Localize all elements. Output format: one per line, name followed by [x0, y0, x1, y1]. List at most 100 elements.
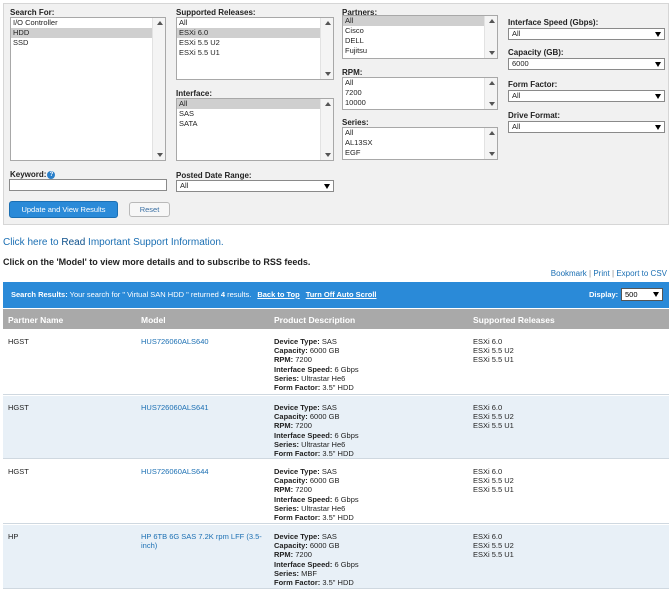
rpm-scrollbar[interactable] [484, 78, 497, 109]
results-bar: Search Results: Your search for " Virtua… [3, 282, 669, 308]
interface-speed-select[interactable]: All [508, 28, 665, 40]
back-to-top-link[interactable]: Back to Top [257, 290, 299, 299]
reset-button[interactable]: Reset [129, 202, 170, 217]
update-and-view-results-button[interactable]: Update and View Results [9, 201, 118, 218]
partners-options: All Cisco DELL Fujitsu [343, 16, 484, 56]
listbox-option[interactable]: 7200 [343, 88, 484, 98]
chevron-down-icon [655, 32, 661, 37]
listbox-option[interactable]: ESXi 5.5 U1 [177, 48, 320, 58]
model-link[interactable]: HUS726060ALS641 [141, 403, 269, 412]
scroll-up-icon[interactable] [325, 102, 331, 106]
listbox-option[interactable]: SATA [177, 119, 320, 129]
scroll-down-icon[interactable] [325, 72, 331, 76]
keyword-input[interactable] [9, 179, 167, 191]
listbox-option[interactable]: DELL [343, 36, 484, 46]
read-link[interactable]: Read [61, 237, 85, 248]
supported-releases-scrollbar[interactable] [320, 18, 333, 79]
release-item: ESXi 6.0 [473, 467, 503, 476]
table-row: HGST HUS726060ALS640 Device Type: SAS Capac… [3, 330, 669, 395]
scroll-down-icon[interactable] [489, 152, 495, 156]
partner-cell: HGST [8, 403, 29, 412]
release-item: ESXi 6.0 [473, 337, 503, 346]
scroll-up-icon[interactable] [489, 81, 495, 85]
interface-listbox[interactable]: All SAS SATA [176, 98, 334, 161]
model-link[interactable]: HUS726060ALS640 [141, 337, 269, 346]
display-count-select[interactable]: 500 [621, 288, 663, 301]
scroll-up-icon[interactable] [325, 21, 331, 25]
turn-off-auto-scroll-link[interactable]: Turn Off Auto Scroll [306, 290, 377, 299]
listbox-option[interactable]: ESXi 5.5 U2 [177, 38, 320, 48]
scroll-down-icon[interactable] [157, 153, 163, 157]
bookmark-link[interactable]: Bookmark [551, 269, 587, 278]
support-notice-suffix[interactable]: Important Support Information. [85, 237, 224, 248]
description-line: Interface Speed: 6 Gbps [274, 365, 359, 374]
listbox-option[interactable]: HDD [11, 28, 152, 38]
scroll-up-icon[interactable] [489, 131, 495, 135]
search-for-label: Search For: [10, 8, 55, 17]
series-scrollbar[interactable] [484, 128, 497, 159]
listbox-option[interactable]: Fujitsu [343, 46, 484, 56]
export-csv-link[interactable]: Export to CSV [616, 269, 667, 278]
listbox-option[interactable]: All [343, 128, 484, 138]
column-header-releases[interactable]: Supported Releases [473, 315, 555, 325]
interface-label: Interface: [176, 89, 213, 98]
description-line: Interface Speed: 6 Gbps [274, 495, 359, 504]
product-description-cell: Device Type: SAS Capacity: 6000 GB RPM: 72… [274, 403, 359, 458]
scroll-up-icon[interactable] [157, 21, 163, 25]
interface-scrollbar[interactable] [320, 99, 333, 160]
release-item: ESXi 5.5 U2 [473, 476, 514, 486]
search-for-scrollbar[interactable] [152, 18, 165, 160]
column-header-model[interactable]: Model [141, 315, 166, 325]
description-value: Ultrastar He6 [301, 439, 346, 449]
release-item: ESXi 5.5 U2 [473, 412, 514, 422]
column-header-partner[interactable]: Partner Name [8, 315, 63, 325]
capacity-label: Capacity (GB): [508, 48, 564, 57]
description-key: RPM: [274, 421, 294, 431]
description-line: Series: Ultrastar He6 [274, 504, 359, 513]
listbox-option[interactable]: EGF [343, 148, 484, 158]
listbox-option[interactable]: I/O Controller [11, 18, 152, 28]
listbox-option[interactable]: ESXi 6.0 [177, 28, 320, 38]
chevron-down-icon [655, 125, 661, 130]
listbox-option[interactable]: Cisco [343, 26, 484, 36]
rpm-listbox[interactable]: All 7200 10000 [342, 77, 498, 110]
listbox-option[interactable]: SSD [11, 38, 152, 48]
scroll-down-icon[interactable] [325, 153, 331, 157]
listbox-option[interactable]: All [177, 99, 320, 109]
support-notice-prefix[interactable]: Click here to [3, 237, 61, 248]
product-description-cell: Device Type: SAS Capacity: 6000 GB RPM: 72… [274, 532, 359, 587]
listbox-option[interactable]: All [177, 18, 320, 28]
listbox-option[interactable]: AL13SX [343, 138, 484, 148]
scroll-up-icon[interactable] [489, 19, 495, 23]
model-link[interactable]: HP 6TB 6G SAS 7.2K rpm LFF (3.5-inch) [141, 532, 269, 550]
partners-scrollbar[interactable] [484, 16, 497, 58]
release-item: ESXi 6.0 [473, 532, 503, 541]
scroll-down-icon[interactable] [489, 102, 495, 106]
help-icon[interactable]: ? [47, 170, 56, 179]
description-key: Device Type: [274, 532, 320, 541]
posted-date-range-select[interactable]: All [176, 180, 334, 192]
form-factor-value: All [512, 91, 521, 100]
model-link[interactable]: HUS726060ALS644 [141, 467, 269, 476]
description-value: 6 Gbps [334, 364, 359, 374]
listbox-option[interactable]: All [343, 78, 484, 88]
scroll-down-icon[interactable] [489, 51, 495, 55]
partners-listbox[interactable]: All Cisco DELL Fujitsu [342, 15, 498, 59]
print-link[interactable]: Print [593, 269, 609, 278]
search-for-listbox[interactable]: I/O Controller HDD SSD [10, 17, 166, 161]
search-panel: Search For: I/O Controller HDD SSD Support… [3, 3, 669, 225]
description-value: 6000 GB [309, 346, 340, 356]
series-listbox[interactable]: All AL13SX EGF [342, 127, 498, 160]
description-value: 7200 [295, 421, 312, 431]
listbox-option[interactable]: All [343, 16, 484, 26]
column-header-description[interactable]: Product Description [274, 315, 355, 325]
drive-format-select[interactable]: All [508, 121, 665, 133]
capacity-select[interactable]: 6000 [508, 58, 665, 70]
listbox-option[interactable]: SAS [177, 109, 320, 119]
listbox-option[interactable]: 10000 [343, 98, 484, 108]
result-tools: Bookmark | Print | Export to CSV [551, 269, 667, 278]
form-factor-select[interactable]: All [508, 90, 665, 102]
description-line: Device Type: SAS [274, 337, 359, 346]
supported-releases-listbox[interactable]: All ESXi 6.0 ESXi 5.5 U2 ESXi 5.5 U1 [176, 17, 334, 80]
page: Search For: I/O Controller HDD SSD Support… [0, 0, 672, 593]
